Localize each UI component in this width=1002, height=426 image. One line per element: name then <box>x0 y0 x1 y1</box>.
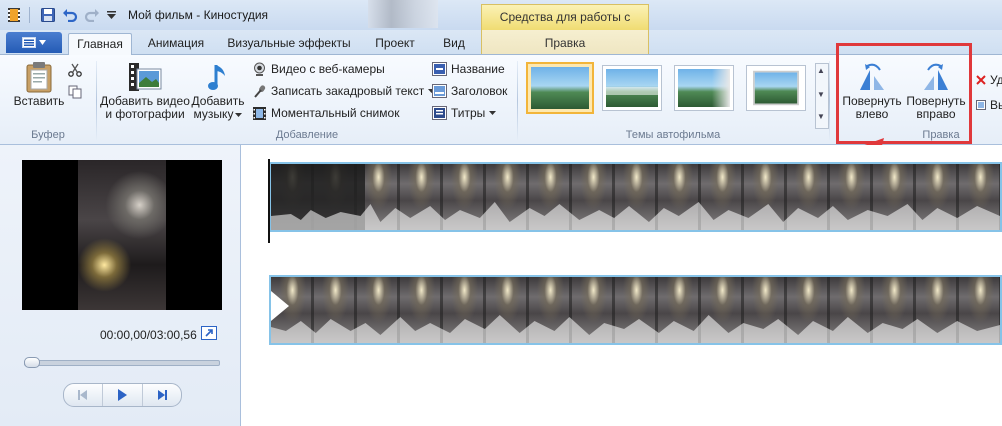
paste-button[interactable]: Вставить <box>10 59 68 108</box>
fullscreen-button[interactable] <box>201 326 217 340</box>
caption-button[interactable]: Заголовок <box>432 82 507 100</box>
title-button[interactable]: Название <box>432 60 505 78</box>
chevron-down-icon <box>489 111 497 115</box>
play-icon <box>118 389 128 401</box>
chevron-down-icon <box>235 112 243 117</box>
expand-icon <box>205 329 213 337</box>
add-video-photos-button[interactable]: Добавить видео и фотографии <box>100 59 190 121</box>
film-frame-icon <box>253 106 266 120</box>
file-menu-button[interactable] <box>6 32 62 53</box>
delete-x-icon <box>976 75 986 85</box>
add-video-label-2: и фотографии <box>105 107 185 121</box>
snapshot-label: Моментальный снимок <box>271 106 400 120</box>
scroll-up-icon[interactable]: ▲ <box>817 66 825 75</box>
themes-gallery-scroller[interactable]: ▲ ▼ ▼ <box>815 63 829 129</box>
caption-icon <box>432 84 447 98</box>
group-separator <box>517 61 518 141</box>
next-frame-button[interactable] <box>143 384 181 406</box>
play-button[interactable] <box>103 384 143 406</box>
background-window-fragment <box>368 0 438 28</box>
highlight-box <box>836 43 972 144</box>
video-clip-1[interactable] <box>269 162 1002 232</box>
paste-icon <box>10 59 68 95</box>
previous-frame-icon <box>78 390 88 400</box>
copy-button[interactable] <box>68 83 82 101</box>
tab-view[interactable]: Вид <box>434 33 474 54</box>
title-bar: Мой фильм - Киностудия Средства для рабо… <box>0 0 1002 48</box>
window-title: Мой фильм - Киностудия <box>128 8 269 22</box>
redo-icon[interactable] <box>84 6 100 24</box>
tab-animation[interactable]: Анимация <box>140 33 212 54</box>
credits-icon <box>432 106 447 120</box>
seek-thumb[interactable] <box>24 357 40 368</box>
webcam-label: Видео с веб-камеры <box>271 62 385 76</box>
preview-panel: 00:00,00/03:00,56 <box>0 145 241 426</box>
paste-label: Вставить <box>13 94 65 108</box>
select-label: Вы <box>990 98 1002 112</box>
scissors-icon <box>68 63 82 77</box>
webcam-icon <box>254 62 265 76</box>
webcam-video-button[interactable]: Видео с веб-камеры <box>252 60 385 78</box>
select-icon <box>976 100 986 110</box>
timecode: 00:00,00/03:00,56 <box>100 328 197 342</box>
gallery-expand-icon[interactable]: ▼ <box>817 112 825 121</box>
cut-button[interactable] <box>68 61 82 79</box>
add-music-button[interactable]: Добавить музыку <box>190 59 246 121</box>
tab-project[interactable]: Проект <box>366 33 424 54</box>
copy-icon <box>68 85 82 99</box>
group-separator <box>96 61 97 141</box>
select-all-button[interactable]: Вы <box>976 96 1002 114</box>
transition-marker-icon <box>271 291 289 321</box>
tab-edit[interactable]: Правка <box>482 33 648 54</box>
scroll-down-icon[interactable]: ▼ <box>817 90 825 99</box>
customize-qa-icon[interactable] <box>105 6 117 24</box>
music-note-icon <box>190 59 246 95</box>
previous-frame-button[interactable] <box>64 384 104 406</box>
storyboard[interactable] <box>241 145 1002 426</box>
group-label-add: Добавление <box>275 129 339 141</box>
snapshot-button[interactable]: Моментальный снимок <box>252 104 399 122</box>
seek-bar[interactable] <box>24 360 220 366</box>
automovie-theme-contemporary[interactable] <box>526 62 594 114</box>
remove-label: Уда <box>990 73 1002 87</box>
microphone-icon <box>254 84 266 98</box>
tab-visual-effects[interactable]: Визуальные эффекты <box>222 33 356 54</box>
audio-waveform <box>271 315 1000 343</box>
chevron-down-icon <box>39 40 46 45</box>
group-label-clipboard: Буфер <box>31 129 65 141</box>
save-icon[interactable] <box>40 6 56 24</box>
context-tab-zone: Правка <box>481 30 649 54</box>
title-label: Название <box>451 62 505 76</box>
audio-waveform <box>271 202 1000 230</box>
file-menu-icon <box>22 37 36 48</box>
video-clip-2[interactable] <box>269 275 1002 345</box>
qa-separator <box>28 6 32 24</box>
remove-button[interactable]: Уда <box>976 71 1002 89</box>
video-frame <box>78 160 166 310</box>
tab-home[interactable]: Главная <box>68 33 132 55</box>
group-label-themes: Темы автофильма <box>625 129 721 141</box>
playhead[interactable] <box>268 159 270 243</box>
undo-icon[interactable] <box>62 6 78 24</box>
group-separator <box>829 61 830 141</box>
automovie-theme-pan-zoom[interactable] <box>674 65 734 111</box>
title-card-icon <box>432 62 447 76</box>
context-header-video-tools: Средства для работы с видео <box>481 4 649 48</box>
film-photo-icon <box>100 59 190 95</box>
add-music-label-2: музыку <box>193 107 234 121</box>
automovie-theme-fade[interactable] <box>602 65 662 111</box>
automovie-theme-cinematic[interactable] <box>746 65 806 111</box>
app-icon[interactable] <box>6 6 22 24</box>
next-frame-icon <box>157 390 167 400</box>
video-preview[interactable] <box>22 160 222 310</box>
caption-label: Заголовок <box>451 84 508 98</box>
record-narration-button[interactable]: Записать закадровый текст <box>252 82 436 100</box>
narration-label: Записать закадровый текст <box>271 84 425 98</box>
credits-label: Титры <box>451 106 486 120</box>
playback-controls <box>63 383 182 407</box>
credits-button[interactable]: Титры <box>432 104 497 122</box>
